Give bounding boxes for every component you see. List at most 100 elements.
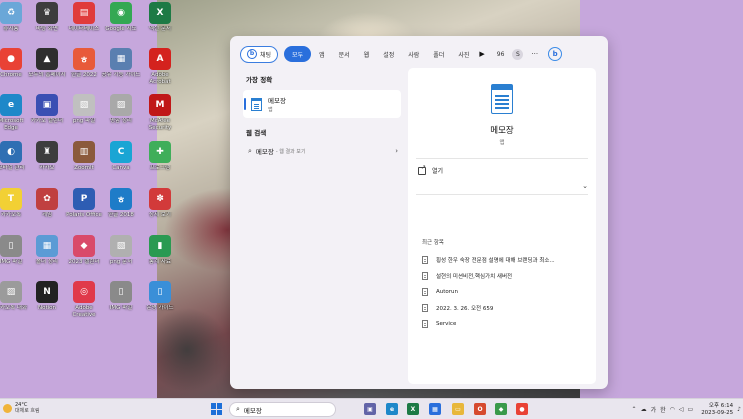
- more-filters-play-icon[interactable]: ▶: [479, 50, 484, 58]
- search-panel: b 채팅 모두 앱 문서 웹 설정 사람 폴더 사진 ▶ 96 S ··· b …: [230, 36, 608, 389]
- desktop-icon-label: ZoomIt: [74, 165, 94, 171]
- desktop-icon[interactable]: ㅎ 한글 2018: [101, 188, 141, 238]
- filter-apps-tab[interactable]: 앱: [313, 46, 331, 62]
- app-icon: ▯: [110, 281, 132, 303]
- filter-all-tab[interactable]: 모두: [284, 46, 312, 62]
- battery-icon[interactable]: ▭: [688, 406, 694, 413]
- web-search-result[interactable]: ⌕ 메모장 - 웹 결과 보기 ›: [248, 145, 398, 157]
- desktop-icon[interactable]: ✽ 상세 보기: [140, 188, 180, 238]
- search-filter-bar: b 채팅 모두 앱 문서 웹 설정 사람 폴더 사진 ▶ 96 S ··· b: [240, 44, 600, 64]
- web-search-query: 메모장: [255, 148, 274, 156]
- weather-sun-icon: [3, 403, 12, 413]
- desktop-icon[interactable]: ▦ 폴더 정리: [27, 235, 67, 285]
- account-avatar[interactable]: S: [512, 48, 524, 60]
- desktop-icon[interactable]: ▨ 명함 정리: [101, 94, 141, 144]
- desktop-icon[interactable]: ▥ ZoomIt: [64, 141, 104, 191]
- notification-bell-icon[interactable]: ♪: [737, 406, 741, 413]
- desktop-icon[interactable]: ▦ 공유 기능 가이드: [101, 48, 141, 98]
- desktop-icon-label: 운영 가이드: [146, 305, 174, 311]
- desktop-icon[interactable]: ✿ 게임: [27, 188, 67, 238]
- filter-documents-tab[interactable]: 문서: [333, 46, 356, 62]
- chevron-down-icon[interactable]: ⌄: [582, 182, 588, 190]
- desktop-icon[interactable]: X 엑셀 문서: [140, 2, 180, 52]
- app-icon: ♛: [36, 2, 58, 24]
- notepad-icon: [251, 97, 262, 111]
- desktop-icon-label: 데이터베이스: [68, 26, 100, 32]
- desktop-icon[interactable]: ▲ 모두의 홈페이지: [27, 48, 67, 98]
- windows-logo-tile: [217, 409, 222, 415]
- desktop-icon[interactable]: M McAfee Security: [140, 94, 180, 144]
- windows-logo-tile: [217, 403, 222, 409]
- weather-widget[interactable]: 24°C 대체로 흐림: [3, 402, 40, 414]
- desktop-icon[interactable]: ▤ 데이터베이스: [64, 2, 104, 52]
- web-search-heading: 웹 검색: [246, 129, 267, 137]
- desktop-icon-label: 한글 2018: [108, 212, 134, 218]
- ime-language-indicator[interactable]: 한: [660, 405, 666, 414]
- recent-item[interactable]: Autorun: [422, 288, 458, 296]
- clock-date: 2023-09-25: [701, 409, 734, 416]
- best-match-heading: 가장 정확: [246, 76, 273, 84]
- onedrive-icon[interactable]: ☁: [641, 406, 647, 413]
- more-options-button[interactable]: ···: [531, 50, 538, 58]
- bing-icon[interactable]: b: [548, 47, 563, 61]
- best-match-result[interactable]: 메모장 앱: [243, 90, 401, 118]
- app-icon: ●: [0, 48, 22, 70]
- excel-taskbar-icon[interactable]: X: [407, 403, 419, 415]
- desktop-icon[interactable]: ▣ 카카오 캘린더: [27, 94, 67, 144]
- explorer-taskbar-icon[interactable]: ▭: [452, 403, 464, 415]
- filter-people-tab[interactable]: 사람: [402, 46, 425, 62]
- desktop-icon[interactable]: A Adobe Acrobat: [140, 48, 180, 98]
- chrome-taskbar-icon[interactable]: ●: [516, 403, 528, 415]
- desktop-icon[interactable]: ▧ png 문서: [101, 235, 141, 285]
- desktop-icon[interactable]: ▯ IMG 파일: [101, 281, 141, 331]
- desktop-icon[interactable]: ▮ 통계 자료: [140, 235, 180, 285]
- app-icon: A: [149, 48, 171, 70]
- ime-mode-indicator[interactable]: 가: [651, 405, 657, 414]
- desktop-icon-label: png 문서: [109, 259, 133, 265]
- desktop-icon[interactable]: ▧ png 파일: [64, 94, 104, 144]
- taskbar-search-box[interactable]: ⌕: [229, 402, 336, 417]
- start-button[interactable]: [211, 403, 223, 415]
- desktop-icon-label: 폴더 정리: [36, 259, 58, 265]
- open-action[interactable]: 열기: [418, 164, 443, 175]
- open-external-icon: [418, 164, 426, 175]
- wifi-icon[interactable]: ◠: [670, 406, 675, 413]
- chat-filter-button[interactable]: b 채팅: [240, 45, 279, 63]
- desktop-icon[interactable]: C Canva: [101, 141, 141, 191]
- edge-taskbar-icon[interactable]: e: [386, 403, 398, 415]
- desktop-icon[interactable]: ▯ 운영 가이드: [140, 281, 180, 331]
- desktop-icon-label: Canva: [112, 165, 130, 171]
- web-search-suffix: - 웹 결과 보기: [275, 148, 306, 155]
- desktop-icon[interactable]: ♜ 카카오: [27, 141, 67, 191]
- tray-overflow-icon[interactable]: ⌃: [632, 406, 637, 413]
- desktop-icon[interactable]: ◉ Google 지도: [101, 2, 141, 52]
- desktop-icon[interactable]: ◎ Adobe Creative: [64, 281, 104, 331]
- desktop-icon[interactable]: ◆ 2023 캘린더: [64, 235, 104, 285]
- security-taskbar-icon[interactable]: ◆: [495, 403, 507, 415]
- filter-web-tab[interactable]: 웹: [358, 46, 376, 62]
- document-icon: [422, 272, 428, 280]
- office-taskbar-icon[interactable]: O: [474, 403, 486, 415]
- app-icon: ㅎ: [73, 48, 95, 70]
- desktop-icon[interactable]: P Polaris Office: [64, 188, 104, 238]
- taskbar-search-input[interactable]: [243, 405, 324, 414]
- desktop-icon[interactable]: ㅎ 한글 2022: [64, 48, 104, 98]
- store-taskbar-icon[interactable]: ▦: [429, 403, 441, 415]
- desktop-icon[interactable]: ✚ 프로그램: [140, 141, 180, 191]
- desktop-icon-label: 공유 기능 가이드: [101, 72, 141, 78]
- app-icon: ▦: [36, 235, 58, 257]
- clock[interactable]: 오후 6:14 2023-09-25: [701, 403, 733, 417]
- recent-item[interactable]: 설현의 미션비전,핵심가치 새버전: [422, 272, 512, 280]
- volume-icon[interactable]: ◁: [679, 406, 684, 413]
- chat-taskbar-icon[interactable]: ▣: [364, 403, 376, 415]
- recent-item[interactable]: Service: [422, 320, 456, 328]
- rewards-points[interactable]: 96: [497, 51, 505, 58]
- filter-folders-tab[interactable]: 폴더: [427, 46, 450, 62]
- desktop-icon[interactable]: ♛ 바탕 화면: [27, 2, 67, 52]
- desktop-icon[interactable]: N Notion: [27, 281, 67, 331]
- recent-item[interactable]: 2022. 3. 26. 오전 659: [422, 304, 493, 312]
- recent-item[interactable]: 횡성 한우 숙장 전문점 설명에 대해 브랜딩과 최소...: [422, 256, 555, 264]
- chevron-right-icon[interactable]: ›: [395, 147, 398, 155]
- filter-photos-tab[interactable]: 사진: [452, 46, 475, 62]
- filter-settings-tab[interactable]: 설정: [377, 46, 400, 62]
